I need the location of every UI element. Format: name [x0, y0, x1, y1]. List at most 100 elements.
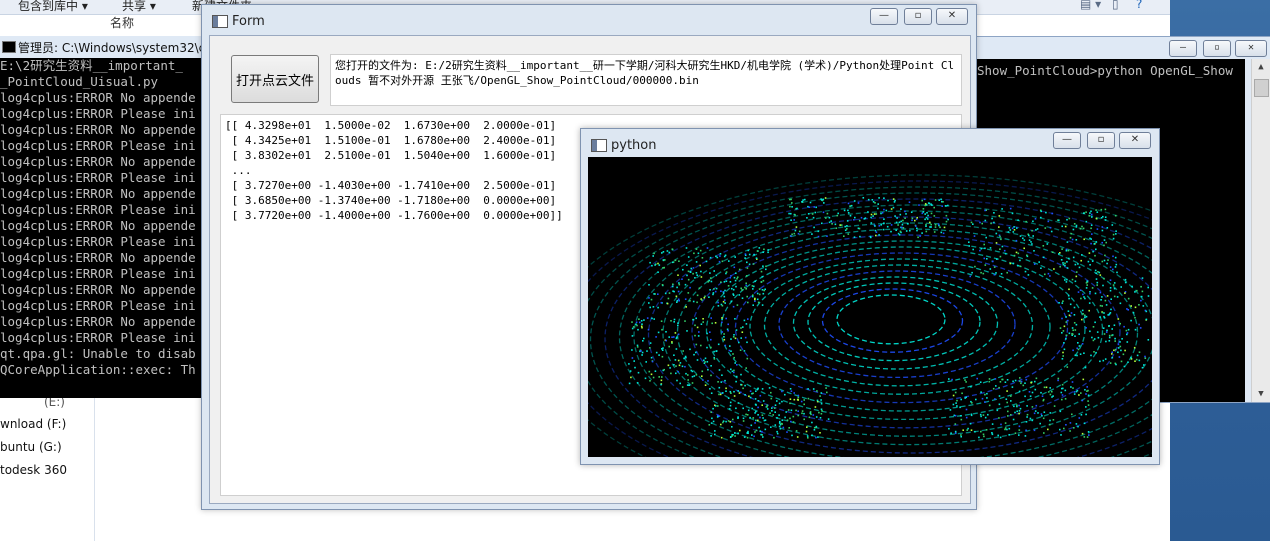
scroll-up-icon[interactable]: ▲ [1255, 61, 1267, 73]
pointcloud-point [682, 268, 684, 271]
pointcloud-point [1083, 422, 1086, 425]
pointcloud-point [1090, 213, 1093, 216]
pointcloud-point [789, 402, 791, 405]
close-button[interactable]: ✕ [1235, 40, 1267, 57]
pointcloud-point [984, 209, 986, 212]
help-icon[interactable]: ? [1136, 0, 1142, 11]
pointcloud-point [1080, 297, 1082, 300]
pointcloud-point [712, 293, 714, 296]
pointcloud-point [1067, 249, 1070, 252]
console-left-title: 管理员: C:\Windows\system32\cm [18, 41, 217, 55]
pointcloud-point [695, 374, 698, 376]
pointcloud-point [702, 379, 704, 381]
minimize-button[interactable]: — [1053, 132, 1081, 149]
pointcloud-point [1072, 256, 1075, 259]
pointcloud-view[interactable] [588, 157, 1152, 457]
pointcloud-point [641, 323, 643, 325]
scroll-thumb[interactable] [1254, 79, 1269, 97]
pointcloud-point [698, 287, 701, 289]
pointcloud-point [660, 301, 663, 304]
pointcloud-point [998, 215, 1001, 217]
pointcloud-point [1138, 351, 1141, 353]
pointcloud-point [1083, 436, 1086, 438]
pointcloud-point [984, 393, 986, 396]
pointcloud-point [754, 422, 756, 424]
form-titlebar[interactable]: Form — ▫ ✕ [202, 5, 976, 37]
minimize-button[interactable]: — [1169, 40, 1197, 57]
pointcloud-point [725, 280, 728, 282]
pointcloud-point [960, 435, 962, 438]
pointcloud-point [632, 326, 635, 328]
pointcloud-point [668, 251, 671, 254]
pointcloud-point [998, 386, 1000, 389]
pointcloud-point [1057, 377, 1060, 380]
pointcloud-point [717, 343, 720, 346]
pointcloud-point [776, 400, 778, 402]
pointcloud-point [1085, 211, 1087, 213]
pointcloud-point [1040, 267, 1042, 269]
pointcloud-point [793, 392, 795, 394]
pointcloud-point [1058, 253, 1060, 255]
pointcloud-point [1082, 313, 1084, 315]
drive-item-ubuntu[interactable]: buntu (G:) [0, 440, 62, 454]
pointcloud-point [756, 250, 759, 252]
pointcloud-point [1026, 405, 1028, 407]
pointcloud-point [821, 222, 823, 225]
pointcloud-point [893, 201, 896, 203]
pointcloud-point [1068, 257, 1070, 260]
pointcloud-point [694, 324, 696, 327]
maximize-button[interactable]: ▫ [904, 8, 932, 25]
pointcloud-point [717, 405, 719, 407]
pointcloud-point [806, 426, 808, 428]
pointcloud-point [807, 437, 809, 439]
pointcloud-point [725, 387, 727, 390]
toolbar-share[interactable]: 共享 ▾ [122, 0, 156, 14]
scroll-down-icon[interactable]: ▼ [1255, 388, 1267, 400]
pointcloud-point [1062, 355, 1064, 357]
pointcloud-point [697, 335, 700, 337]
close-button[interactable]: ✕ [936, 8, 968, 25]
minimize-button[interactable]: — [870, 8, 898, 25]
pointcloud-point [821, 410, 823, 412]
maximize-button[interactable]: ▫ [1203, 40, 1231, 57]
pointcloud-point [1115, 230, 1117, 232]
console-left-titlebar[interactable]: 管理员: C:\Windows\system32\cm [0, 36, 217, 59]
python-titlebar[interactable]: python — ▫ ✕ [581, 129, 1159, 157]
pointcloud-point [774, 411, 776, 413]
maximize-button[interactable]: ▫ [1087, 132, 1115, 149]
open-pointcloud-button[interactable]: 打开点云文件 [231, 55, 319, 103]
pointcloud-point [758, 426, 760, 429]
pointcloud-point [733, 395, 736, 397]
console-line: log4cplus:ERROR Please ini [0, 202, 196, 217]
console-line: _PointCloud_Uisual.py [0, 74, 159, 89]
pointcloud-point [934, 224, 937, 226]
pointcloud-point [1103, 239, 1106, 241]
pointcloud-point [1079, 289, 1082, 291]
console-left-output[interactable]: E:\2研究生资料__important_ _PointCloud_Uisual.… [0, 58, 205, 398]
pointcloud-point [830, 220, 832, 222]
console-right-scrollbar[interactable]: ▲ ▼ [1251, 59, 1270, 402]
drive-item-autodesk[interactable]: todesk 360 [0, 463, 67, 477]
pointcloud-point [1134, 306, 1137, 309]
pointcloud-point [723, 295, 726, 298]
pointcloud-point [790, 390, 793, 392]
column-header-name[interactable]: 名称 [110, 14, 134, 31]
console-icon [2, 41, 16, 53]
pointcloud-point [700, 344, 702, 347]
pointcloud-point [1025, 220, 1027, 223]
pointcloud-point [803, 418, 805, 421]
pointcloud-point [652, 306, 655, 308]
close-button[interactable]: ✕ [1119, 132, 1151, 149]
toolbar-include-library[interactable]: 包含到库中 ▾ [18, 0, 88, 14]
pointcloud-point [1064, 262, 1066, 265]
preview-pane-icon[interactable]: ▯ [1112, 0, 1119, 11]
pointcloud-point [1014, 379, 1017, 382]
file-path-display[interactable]: 您打开的文件为: E:/2研究生资料__important__研一下学期/河科大… [330, 54, 962, 106]
drive-item-download[interactable]: wnload (F:) [0, 417, 66, 431]
pointcloud-point [762, 251, 764, 253]
pointcloud-point [737, 432, 739, 435]
pointcloud-point [734, 432, 736, 434]
pointcloud-point [1102, 359, 1105, 362]
view-icon[interactable]: ▤ ▾ [1080, 0, 1101, 11]
pointcloud-point [760, 270, 763, 273]
